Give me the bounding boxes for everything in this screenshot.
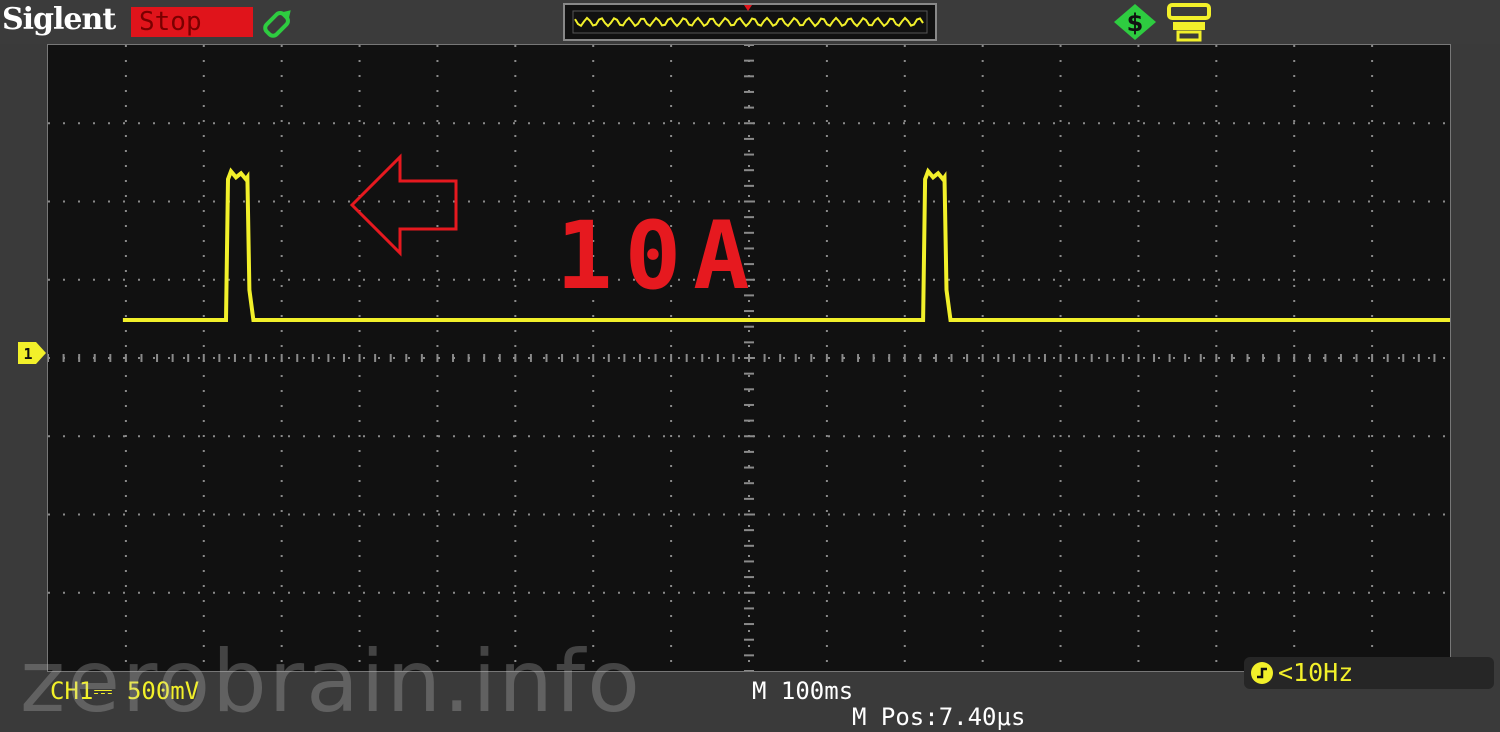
timebase[interactable]: M 100ms: [752, 677, 853, 705]
top-status-bar: Siglent Stop $: [0, 0, 1500, 44]
waveform-display[interactable]: 10A <10Hz: [47, 44, 1494, 689]
ch1-trace: [122, 167, 1450, 322]
watermark: zerobrain.info: [20, 632, 642, 732]
trigger-coupling-icon: [1164, 2, 1214, 42]
trigger-frequency-readout: <10Hz: [1244, 657, 1494, 689]
horizontal-position[interactable]: M Pos:7.40μs: [852, 703, 1025, 731]
ch1-ground-marker[interactable]: 1: [18, 342, 46, 364]
brand-logo: Siglent: [2, 2, 116, 37]
arrow-left-icon: [349, 153, 458, 257]
pen-icon: [256, 4, 300, 42]
svg-text:1: 1: [23, 345, 32, 363]
trigger-icon: [1251, 662, 1273, 684]
current-annotation: 10A: [556, 202, 762, 311]
svg-text:$: $: [1127, 9, 1144, 37]
run-stop-status[interactable]: Stop: [131, 7, 253, 37]
trigger-frequency: <10Hz: [1278, 658, 1354, 687]
memory-overview-bar[interactable]: [563, 3, 937, 41]
trigger-slope-icon: $: [1112, 2, 1158, 42]
graticule-grid: [48, 45, 1450, 671]
